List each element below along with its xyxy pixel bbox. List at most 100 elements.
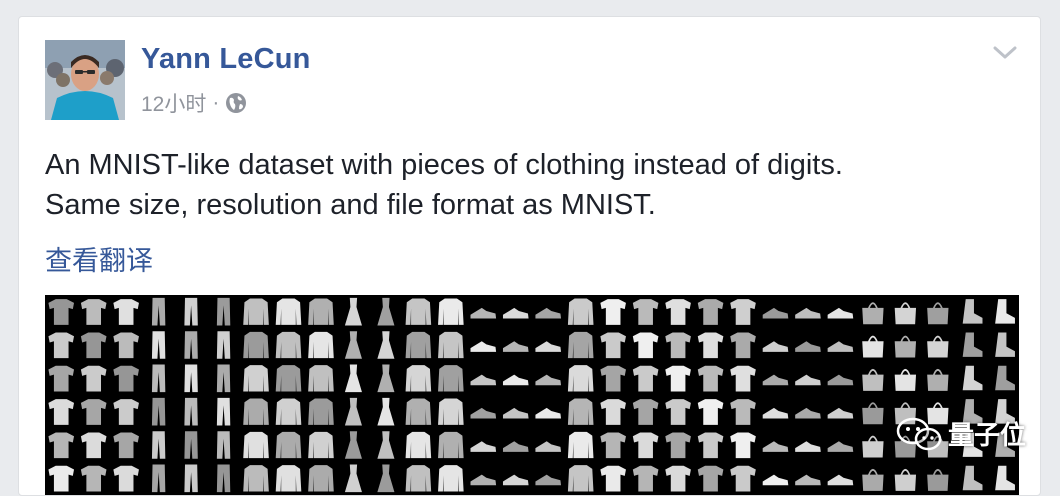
tshirt-thumbnail <box>80 465 107 492</box>
shirt-thumbnail <box>665 399 691 425</box>
bag-thumbnail <box>927 368 949 391</box>
tshirt-thumbnail <box>48 399 75 425</box>
shirt-thumbnail <box>632 432 659 459</box>
sneaker-thumbnail <box>470 307 497 319</box>
bag-thumbnail <box>894 468 917 491</box>
sneaker-thumbnail <box>762 374 789 386</box>
bag-thumbnail <box>894 335 917 358</box>
coat-thumbnail <box>438 465 464 492</box>
sneaker-thumbnail <box>470 474 497 486</box>
sneaker-thumbnail <box>535 407 562 419</box>
boot-thumbnail <box>995 299 1015 324</box>
sneaker-thumbnail <box>470 341 497 352</box>
pullover-thumbnail <box>308 298 334 325</box>
tshirt-thumbnail <box>48 299 75 325</box>
meta-separator: · <box>212 91 220 114</box>
trouser-thumbnail <box>184 397 198 426</box>
shirt-thumbnail <box>665 365 691 392</box>
sneaker-thumbnail <box>502 441 529 452</box>
shirt-thumbnail <box>730 465 756 492</box>
sneaker-thumbnail <box>762 474 789 486</box>
post-image[interactable] <box>45 295 1019 495</box>
tshirt-thumbnail <box>48 465 75 492</box>
trouser-thumbnail <box>216 397 231 426</box>
shirt-thumbnail <box>697 332 724 359</box>
post-card: Yann LeCun 12小时 · An MNIST-like dataset … <box>18 16 1041 496</box>
shirt-thumbnail <box>600 332 626 359</box>
boot-thumbnail <box>995 365 1015 391</box>
dress-thumbnail <box>377 397 395 426</box>
shirt-thumbnail <box>600 299 626 325</box>
boot-thumbnail <box>962 365 983 391</box>
sneaker-thumbnail <box>827 407 854 419</box>
coat-thumbnail <box>405 331 432 359</box>
shirt-thumbnail <box>600 365 626 392</box>
chevron-down-icon[interactable] <box>992 45 1018 61</box>
tshirt-thumbnail <box>113 399 139 425</box>
pullover-thumbnail <box>275 331 302 359</box>
shirt-thumbnail <box>697 299 724 325</box>
bag-thumbnail <box>894 302 917 325</box>
sneaker-thumbnail <box>795 474 821 486</box>
dress-thumbnail <box>377 364 395 393</box>
bag-thumbnail <box>927 335 949 358</box>
tshirt-thumbnail <box>80 299 107 325</box>
pullover-thumbnail <box>308 331 334 359</box>
pullover-thumbnail <box>275 365 302 392</box>
sneaker-thumbnail <box>535 341 562 352</box>
boot-thumbnail <box>962 299 983 324</box>
bag-thumbnail <box>862 468 884 491</box>
sneaker-thumbnail <box>827 307 854 319</box>
pullover-thumbnail <box>275 398 302 425</box>
bag-thumbnail <box>862 368 884 391</box>
shirt-thumbnail <box>730 399 756 425</box>
tshirt-thumbnail <box>48 365 75 392</box>
shirt-thumbnail <box>730 432 756 459</box>
author-avatar[interactable] <box>45 40 125 120</box>
sneaker-thumbnail <box>762 341 789 352</box>
pullover-thumbnail <box>275 298 302 325</box>
shirt-thumbnail <box>665 432 691 459</box>
trouser-thumbnail <box>184 464 198 493</box>
pullover-thumbnail <box>243 431 269 459</box>
shirt-thumbnail <box>697 399 724 425</box>
shirt-thumbnail <box>632 465 659 492</box>
wechat-icon <box>896 416 942 452</box>
trouser-thumbnail <box>216 297 231 326</box>
sneaker-thumbnail <box>470 407 497 419</box>
post-text: An MNIST-like dataset with pieces of clo… <box>45 145 1005 225</box>
coat-thumbnail <box>438 431 464 459</box>
dress-thumbnail <box>377 431 395 459</box>
pullover-thumbnail <box>243 398 269 425</box>
coat-thumbnail <box>405 298 432 325</box>
dress-thumbnail <box>344 464 362 493</box>
sneaker-thumbnail <box>502 474 529 486</box>
shirt-thumbnail <box>632 299 659 325</box>
shirt-thumbnail <box>697 465 724 492</box>
coat-thumbnail <box>438 398 464 425</box>
see-translation-link[interactable]: 查看翻译 <box>45 239 153 278</box>
sneaker-thumbnail <box>762 441 789 452</box>
tshirt-thumbnail <box>48 332 75 359</box>
pullover-thumbnail <box>275 431 302 459</box>
sneaker-thumbnail <box>827 341 854 352</box>
trouser-thumbnail <box>216 364 231 393</box>
trouser-thumbnail <box>151 464 166 493</box>
boot-thumbnail <box>962 332 983 357</box>
sneaker-thumbnail <box>795 307 821 319</box>
bag-thumbnail <box>862 435 884 458</box>
sneaker-thumbnail <box>535 441 562 452</box>
pullover-thumbnail <box>243 298 269 325</box>
post-timestamp[interactable]: 12小时 <box>141 88 206 118</box>
pullover-thumbnail <box>308 365 334 392</box>
pullover-thumbnail <box>567 431 594 459</box>
author-name[interactable]: Yann LeCun <box>141 43 311 76</box>
coat-thumbnail <box>438 331 464 359</box>
tshirt-thumbnail <box>113 465 139 492</box>
shirt-thumbnail <box>632 365 659 392</box>
trouser-thumbnail <box>184 331 198 359</box>
globe-icon[interactable] <box>225 92 247 114</box>
coat-thumbnail <box>405 465 432 492</box>
boot-thumbnail <box>995 465 1015 491</box>
sneaker-thumbnail <box>795 441 821 452</box>
